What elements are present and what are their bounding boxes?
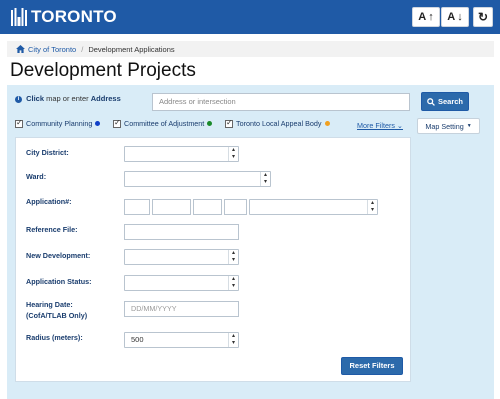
radius-select[interactable]: 500 ▴ ▾ [124,332,239,348]
committee-adjustment-toggle[interactable]: Committee of Adjustment [113,118,213,128]
application-status-select[interactable]: ▴ ▾ [124,275,239,291]
breadcrumb-current: Development Applications [88,44,175,54]
breadcrumb: City of Toronto / Development Applicatio… [7,41,494,57]
orange-dot-icon [324,121,330,126]
hint-address: Address [90,94,121,103]
search-button[interactable]: Search [421,92,469,111]
application-part-3-input[interactable] [193,199,222,215]
reset-filters-button[interactable]: Reset Filters [341,357,403,375]
info-icon: i [15,95,22,103]
checkbox-icon[interactable] [113,118,121,128]
more-filters-label: More Filters [357,121,395,130]
search-panel: i Click map or enter Address Address or … [7,85,494,399]
hearing-date-label: Hearing Date: [26,300,73,309]
hint-click: Click [26,94,45,103]
map-setting-button[interactable]: Map Setting ▼ [417,118,480,134]
chevron-down-icon: ▴ ▾ [260,172,270,186]
community-planning-toggle[interactable]: Community Planning [15,118,101,128]
filter-form: City District: ▴ ▾ Ward: ▴ ▾ Application#:… [15,137,411,382]
green-dot-icon [207,121,213,126]
radius-value: 500 [131,335,144,344]
new-development-select[interactable]: ▴ ▾ [124,249,239,265]
chevron-down-icon: ⌄ [394,121,403,130]
more-filters-link[interactable]: More Filters ⌄ [357,121,403,130]
ward-select[interactable]: ▴ ▾ [124,171,271,187]
chevron-down-icon: ▴ ▾ [228,250,238,264]
increase-font-label: A [418,11,427,23]
decrease-font-button[interactable]: A ↓ [441,7,469,27]
search-icon [427,97,435,106]
radius-label: Radius (meters): [26,333,83,342]
address-search-input[interactable]: Address or intersection [152,93,410,111]
new-development-label: New Development: [26,251,91,260]
decrease-font-label: A [447,11,456,23]
checkbox-icon[interactable] [15,118,23,128]
community-planning-label: Community Planning [26,119,93,128]
top-bar: TORONTO A ↑ A ↓ ↻ [0,0,500,34]
application-type-select[interactable]: ▴ ▾ [249,199,378,215]
arrow-up-icon: ↑ [428,11,434,23]
ward-label: Ward: [26,172,47,181]
search-button-label: Search [437,97,464,106]
chevron-down-icon: ▴ ▾ [228,276,238,290]
refresh-icon: ↻ [477,10,489,24]
chevron-down-icon: ▴ ▾ [228,147,238,161]
reference-file-input[interactable] [124,224,239,240]
city-hall-icon [11,8,27,26]
application-part-2-input[interactable] [152,199,191,215]
home-icon [16,45,25,53]
city-district-select[interactable]: ▴ ▾ [124,146,239,162]
map-setting-label: Map Setting [425,121,464,131]
breadcrumb-home-link[interactable]: City of Toronto [28,45,76,54]
application-number-label: Application#: [26,197,72,206]
reset-font-button[interactable]: ↻ [473,7,493,27]
breadcrumb-separator: / [81,44,84,54]
application-part-1-input[interactable] [124,199,150,215]
logo-text: TORONTO [31,7,117,26]
application-part-4-input[interactable] [224,199,247,215]
blue-dot-icon [95,121,101,126]
toronto-logo[interactable]: TORONTO [10,6,117,28]
tlab-label: Toronto Local Appeal Body [236,119,322,128]
chevron-down-icon: ▴ ▾ [367,200,377,214]
committee-adjustment-label: Committee of Adjustment [124,119,205,128]
arrow-down-icon: ↓ [457,11,463,23]
increase-font-button[interactable]: A ↑ [412,7,440,27]
page-title: Development Projects [10,60,196,81]
caret-down-icon: ▼ [466,123,472,129]
chevron-down-icon: ▴ ▾ [228,333,238,347]
checkbox-icon[interactable] [225,118,233,128]
search-hint: i Click map or enter Address [15,94,121,103]
hearing-date-sublabel: (CofA/TLAB Only) [26,311,88,320]
city-district-label: City District: [26,148,69,157]
tlab-toggle[interactable]: Toronto Local Appeal Body [225,118,330,128]
hint-middle: map or enter [46,94,89,103]
application-status-label: Application Status: [26,277,92,286]
reference-file-label: Reference File: [26,225,78,234]
hearing-date-input[interactable]: DD/MM/YYYY [124,301,239,317]
